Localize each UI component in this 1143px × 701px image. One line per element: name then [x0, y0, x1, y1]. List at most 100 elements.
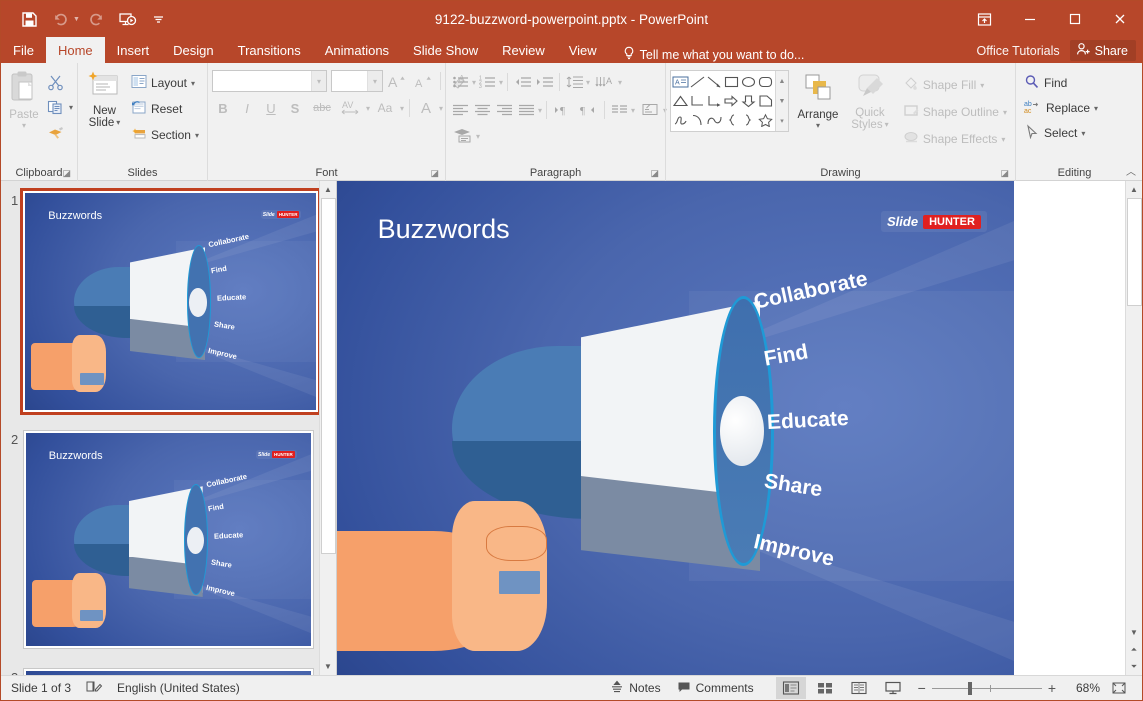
- ltr-text-direction-icon[interactable]: ¶: [551, 99, 575, 121]
- convert-to-smartart-dropdown-icon[interactable]: ▾: [476, 132, 480, 141]
- underline-button[interactable]: U: [260, 97, 282, 119]
- tab-review[interactable]: Review: [490, 37, 557, 63]
- align-text-icon[interactable]: [637, 99, 662, 121]
- font-dialog-launcher[interactable]: ◪: [430, 168, 439, 179]
- shape-down-arrow-icon[interactable]: [740, 91, 757, 110]
- thumb-scroll-up-icon[interactable]: ▲: [320, 181, 337, 198]
- shape-effects-button[interactable]: Shape Effects ▾: [899, 127, 1011, 151]
- bullets-icon[interactable]: [450, 71, 471, 93]
- shape-arc-icon[interactable]: [689, 111, 706, 130]
- line-spacing-dropdown-icon[interactable]: ▾: [586, 78, 590, 87]
- change-case-dropdown-icon[interactable]: ▾: [400, 104, 404, 113]
- slide-show-view-button[interactable]: [878, 677, 908, 699]
- shape-curve-icon[interactable]: [706, 111, 723, 130]
- thumb-scroll-down-icon[interactable]: ▼: [320, 658, 337, 675]
- replace-button[interactable]: abac Replace ▾: [1020, 96, 1102, 120]
- reset-button[interactable]: Reset: [127, 97, 203, 121]
- increase-font-size-icon[interactable]: A: [385, 70, 409, 92]
- slide-pane-scrollbar[interactable]: ▲ ▼ ⏶ ⏷: [1125, 181, 1142, 675]
- close-icon[interactable]: [1097, 1, 1142, 37]
- comments-button[interactable]: Comments: [671, 676, 760, 700]
- slide-title[interactable]: Buzzwords: [378, 214, 510, 245]
- tab-slide-show[interactable]: Slide Show: [401, 37, 490, 63]
- zoom-slider[interactable]: − +: [918, 680, 1056, 696]
- thumbnail-slide-3[interactable]: 3: [1, 668, 314, 675]
- copy-icon[interactable]: [43, 95, 69, 119]
- slide-sorter-view-button[interactable]: [810, 677, 840, 699]
- thumbnail-slide-2[interactable]: 2: [1, 430, 314, 649]
- tab-transitions[interactable]: Transitions: [226, 37, 313, 63]
- zoom-out-button[interactable]: −: [918, 680, 926, 696]
- change-case-button[interactable]: Aa: [372, 97, 398, 119]
- paragraph-dialog-launcher[interactable]: ◪: [650, 168, 659, 179]
- shape-left-brace-icon[interactable]: [723, 111, 740, 130]
- text-direction-icon[interactable]: A: [592, 71, 617, 93]
- paste-button[interactable]: Paste ▾: [5, 68, 43, 130]
- undo-icon[interactable]: [46, 6, 74, 32]
- language-indicator[interactable]: English (United States): [117, 681, 240, 695]
- slide-indicator[interactable]: Slide 1 of 3: [11, 681, 71, 695]
- shape-effects-dropdown-icon[interactable]: ▾: [1001, 135, 1005, 144]
- columns-dropdown-icon[interactable]: ▾: [631, 106, 635, 115]
- previous-slide-icon[interactable]: ⏶: [1126, 641, 1143, 658]
- decrease-font-size-icon[interactable]: A: [411, 70, 435, 92]
- shapes-scroll-down-icon[interactable]: ▼: [779, 92, 786, 110]
- tab-file[interactable]: File: [1, 37, 46, 63]
- replace-dropdown-icon[interactable]: ▾: [1094, 104, 1098, 113]
- collapse-ribbon-icon[interactable]: ︿: [1126, 163, 1136, 178]
- shape-right-arrow-icon[interactable]: [723, 91, 740, 110]
- normal-view-button[interactable]: [776, 677, 806, 699]
- shape-outline-button[interactable]: Shape Outline ▾: [899, 100, 1011, 124]
- thumbnail-frame-2[interactable]: Buzzwords Slide HUNTER Collaborate Find …: [23, 430, 314, 649]
- bullets-dropdown-icon[interactable]: ▾: [472, 78, 476, 87]
- slide-word-educate[interactable]: Educate: [766, 406, 849, 434]
- spellcheck-icon[interactable]: [85, 679, 103, 697]
- next-slide-icon[interactable]: ⏷: [1126, 658, 1143, 675]
- tell-me-box[interactable]: Tell me what you want to do...: [623, 46, 805, 63]
- font-name-dropdown-icon[interactable]: ▾: [311, 71, 326, 91]
- zoom-level-value[interactable]: 68%: [1066, 681, 1100, 695]
- shapes-scroll-up-icon[interactable]: ▲: [779, 72, 786, 90]
- tab-insert[interactable]: Insert: [105, 37, 162, 63]
- shape-rectangle-icon[interactable]: [723, 72, 740, 91]
- shape-triangle-icon[interactable]: [672, 91, 689, 110]
- redo-icon[interactable]: [83, 6, 111, 32]
- font-color-dropdown-icon[interactable]: ▾: [439, 104, 443, 113]
- align-left-icon[interactable]: [450, 99, 471, 121]
- text-direction-dropdown-icon[interactable]: ▾: [618, 78, 622, 87]
- decrease-indent-icon[interactable]: [512, 71, 533, 93]
- shape-star-icon[interactable]: [757, 111, 774, 130]
- character-spacing-dropdown-icon[interactable]: ▾: [366, 104, 370, 113]
- shape-right-brace-icon[interactable]: [740, 111, 757, 130]
- zoom-handle[interactable]: [968, 682, 972, 695]
- columns-icon[interactable]: [609, 99, 630, 121]
- slide-scroll-thumb[interactable]: [1127, 198, 1142, 306]
- format-painter-icon[interactable]: [43, 120, 69, 144]
- notes-button[interactable]: Notes: [604, 676, 666, 700]
- shape-rounded-rectangle-icon[interactable]: [757, 72, 774, 91]
- shape-arrow-icon[interactable]: [706, 72, 723, 91]
- slide-scroll-up-icon[interactable]: ▲: [1126, 181, 1143, 198]
- text-shadow-button[interactable]: S: [284, 97, 306, 119]
- quick-styles-dropdown-icon[interactable]: ▾: [885, 119, 889, 131]
- shape-oval-icon[interactable]: [740, 72, 757, 91]
- tab-view[interactable]: View: [557, 37, 609, 63]
- numbering-icon[interactable]: 123: [477, 71, 498, 93]
- shape-scribble-icon[interactable]: [672, 111, 689, 130]
- shape-pentagon-icon[interactable]: [757, 91, 774, 110]
- bold-button[interactable]: B: [212, 97, 234, 119]
- shapes-more-icon[interactable]: ▾: [780, 112, 784, 130]
- shape-fill-dropdown-icon[interactable]: ▾: [980, 81, 984, 90]
- shape-outline-dropdown-icon[interactable]: ▾: [1003, 108, 1007, 117]
- maximize-icon[interactable]: [1052, 1, 1097, 37]
- shapes-gallery-scroll[interactable]: ▲ ▼ ▾: [775, 71, 788, 131]
- font-color-button[interactable]: A: [415, 97, 437, 119]
- shape-line-icon[interactable]: [689, 72, 706, 91]
- minimize-icon[interactable]: [1007, 1, 1052, 37]
- shape-textbox-icon[interactable]: A: [672, 72, 689, 91]
- reading-view-button[interactable]: [844, 677, 874, 699]
- current-slide[interactable]: Buzzwords Slide HUNTER Collaborate Find …: [337, 181, 1014, 681]
- drawing-dialog-launcher[interactable]: ◪: [1000, 168, 1009, 179]
- tab-animations[interactable]: Animations: [313, 37, 401, 63]
- thumbnail-scrollbar[interactable]: ▲ ▼: [319, 181, 336, 675]
